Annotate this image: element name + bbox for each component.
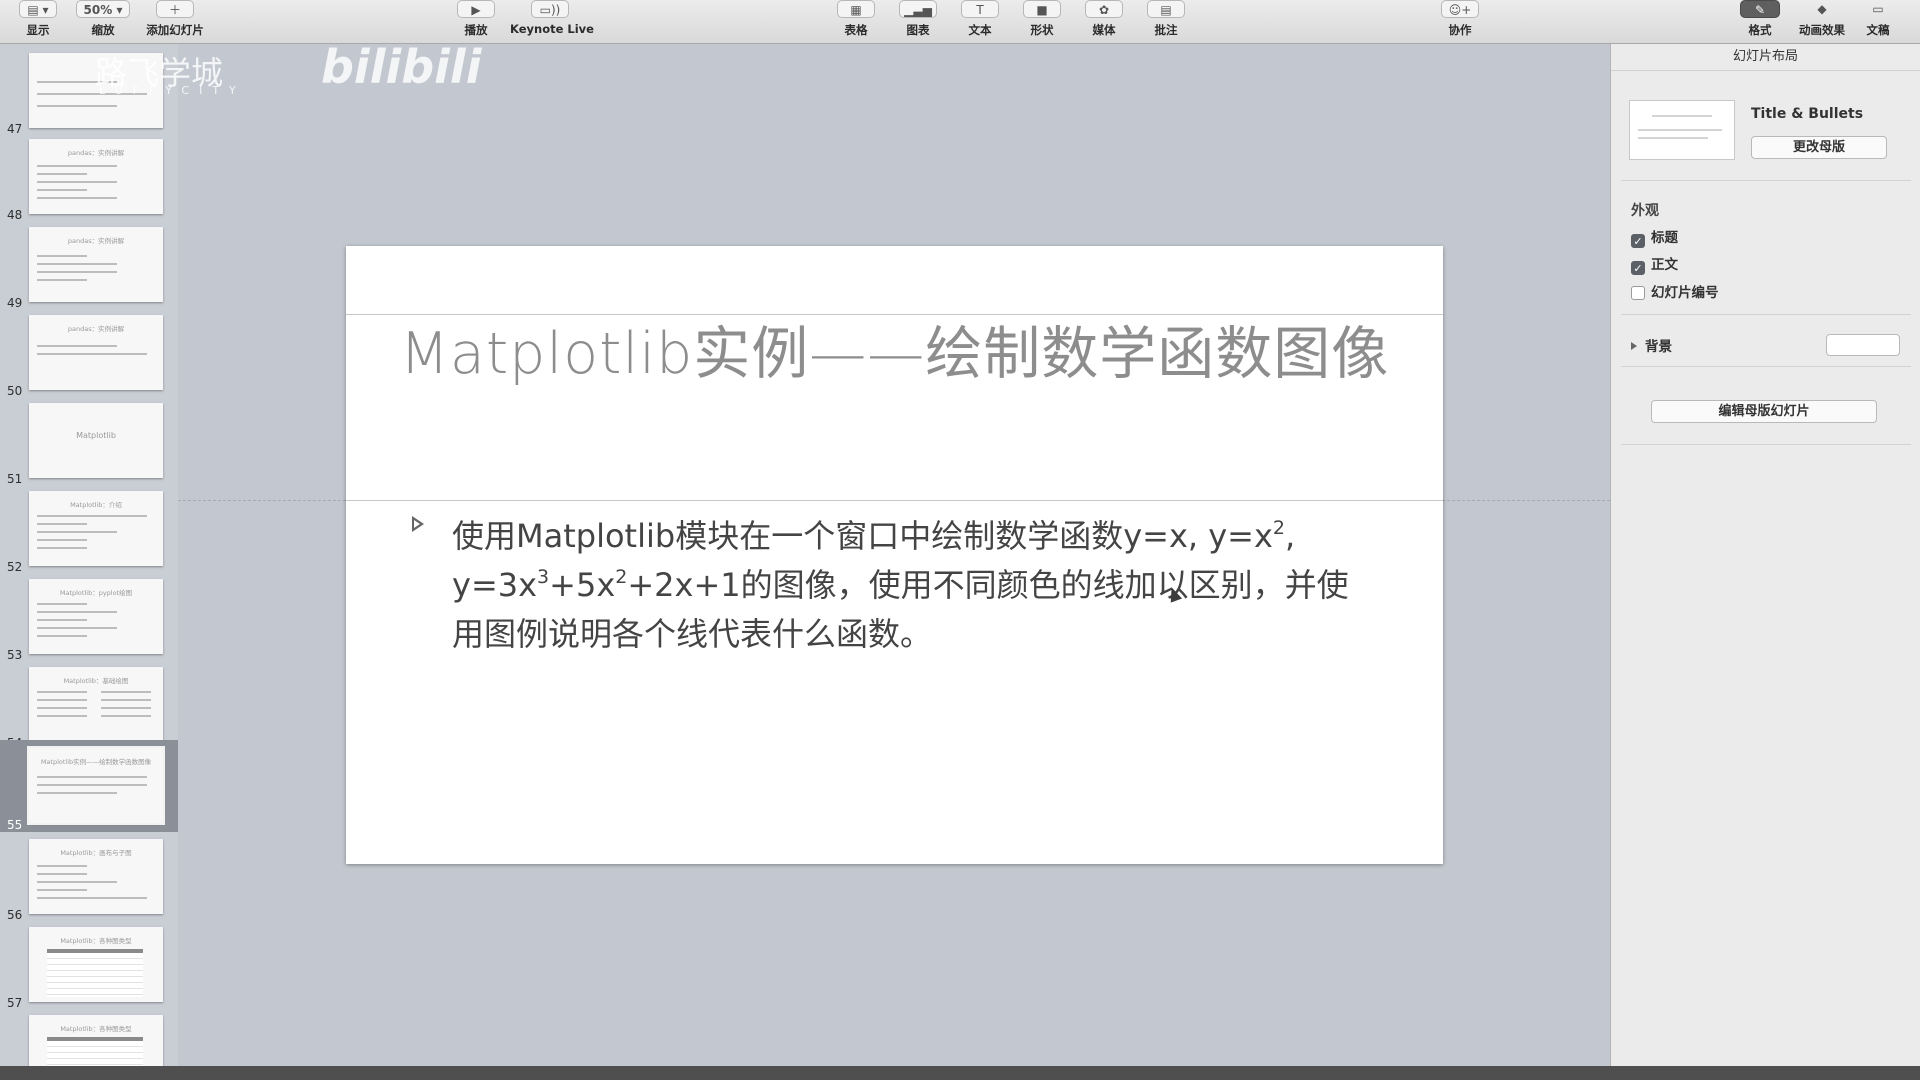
add-slide-icon: ＋	[156, 0, 194, 18]
slide-thumbnail: pandas：实例讲解	[29, 315, 163, 390]
shape-icon: ■	[1023, 0, 1061, 18]
keynote-live-icon: ▭))	[531, 0, 569, 18]
slide-thumb-52[interactable]: Matplotlib：介绍 52	[0, 488, 178, 574]
checkmark-icon[interactable]: ✓	[1631, 234, 1645, 248]
slide-canvas[interactable]: Matplotlib实例——绘制数学函数图像 使用Matplotlib模块在一个…	[178, 44, 1610, 1066]
format-inspector: 幻灯片布局 Title & Bullets 更改母版 外观 ✓ 标题 ✓ 正文 幻灯…	[1610, 44, 1920, 1066]
change-master-button[interactable]: 更改母版	[1751, 136, 1887, 159]
play-button[interactable]: ▶ 播放	[456, 0, 496, 44]
shape-button[interactable]: ■ 形状	[1022, 0, 1062, 44]
background-color-well[interactable]	[1826, 334, 1900, 356]
keynote-live-button[interactable]: ▭)) Keynote Live	[510, 0, 594, 44]
format-button[interactable]: ✎ 格式	[1740, 0, 1780, 44]
slide-thumb-48[interactable]: pandas：实例讲解 48	[0, 136, 178, 222]
master-thumbnail[interactable]	[1629, 100, 1735, 160]
collaborate-button[interactable]: ☺+ 协作	[1440, 0, 1480, 44]
chart-button[interactable]: ▁▃▅ 图表	[898, 0, 938, 44]
disclosure-triangle-icon	[1631, 342, 1637, 350]
slide-thumbnail: Matplotlib：pyplot绘图	[29, 579, 163, 654]
table-icon: ▦	[837, 0, 875, 18]
view-icon: ▤ ▾	[19, 0, 57, 18]
slide-thumb-58[interactable]: Matplotlib：各种图类型 58	[0, 1012, 178, 1066]
slide-title[interactable]: Matplotlib实例——绘制数学函数图像	[346, 308, 1443, 390]
slide-thumbnail: pandas：实例讲解	[29, 139, 163, 214]
master-name: Title & Bullets	[1751, 106, 1864, 122]
slide-thumb-50[interactable]: pandas：实例讲解 50	[0, 312, 178, 398]
bilibili-logo: bilibili	[321, 40, 482, 94]
slide-navigator[interactable]: 47 pandas：实例讲解 48 pandas：实例讲解 49 pandas：…	[0, 44, 178, 1066]
checkmark-icon[interactable]: ✓	[1631, 261, 1645, 275]
current-slide[interactable]: Matplotlib实例——绘制数学函数图像 使用Matplotlib模块在一个…	[346, 246, 1443, 864]
slide-thumb-55-selected[interactable]: Matplotlib实例——绘制数学函数图像 55	[0, 740, 178, 832]
bullet-triangle-icon	[412, 516, 424, 532]
inspector-title: 幻灯片布局	[1611, 44, 1920, 71]
slide-thumbnail: Matplotlib：各种图类型	[29, 1015, 163, 1066]
text-icon: T	[961, 0, 999, 18]
document-icon: ▭	[1872, 2, 1884, 16]
media-button[interactable]: ✿ 媒体	[1084, 0, 1124, 44]
slide-thumb-53[interactable]: Matplotlib：pyplot绘图 53	[0, 576, 178, 662]
play-icon: ▶	[457, 0, 495, 18]
slide-thumb-54[interactable]: Matplotlib：基础绘图 54	[0, 664, 178, 750]
slide-thumbnail: Matplotlib	[29, 403, 163, 478]
title-checkbox-row[interactable]: ✓ 标题	[1631, 226, 1678, 248]
animate-icon: ◆	[1817, 2, 1827, 16]
media-icon: ✿	[1085, 0, 1123, 18]
comment-icon: ▤	[1147, 0, 1185, 18]
view-button[interactable]: ▤ ▾ 显示	[18, 0, 58, 44]
slide-body-text[interactable]: 使用Matplotlib模块在一个窗口中绘制数学函数y=x, y=x2, y=3…	[412, 512, 1372, 659]
table-button[interactable]: ▦ 表格	[836, 0, 876, 44]
zoom-value: 50% ▾	[76, 0, 130, 18]
slide-thumb-51[interactable]: Matplotlib 51	[0, 400, 178, 486]
body-box-border	[346, 500, 1443, 501]
text-button[interactable]: T 文本	[960, 0, 1000, 44]
checkbox-empty[interactable]	[1631, 286, 1645, 300]
toolbar: ▤ ▾ 显示 50% ▾ 缩放 ＋ 添加幻灯片 ▶ 播放 ▭)) Keynote…	[0, 0, 1920, 44]
format-icon: ✎	[1740, 0, 1780, 18]
add-slide-button[interactable]: ＋ 添加幻灯片	[140, 0, 210, 44]
slide-thumb-56[interactable]: Matplotlib：画布与子图 56	[0, 836, 178, 922]
video-watermark: 路飞学城 LUFFYCITY bilibili	[95, 40, 482, 97]
slide-thumbnail: pandas：实例讲解	[29, 227, 163, 302]
animate-button[interactable]: ◆ 动画效果	[1794, 0, 1850, 44]
appearance-label: 外观	[1631, 203, 1659, 219]
slide-number-checkbox-row[interactable]: 幻灯片编号	[1631, 281, 1719, 301]
edit-master-slide-button[interactable]: 编辑母版幻灯片	[1651, 400, 1877, 423]
slide-thumbnail: Matplotlib：基础绘图	[29, 667, 163, 742]
slide-thumb-49[interactable]: pandas：实例讲解 49	[0, 224, 178, 310]
slide-thumbnail: Matplotlib：画布与子图	[29, 839, 163, 914]
collaborate-icon: ☺+	[1441, 0, 1479, 18]
slide-thumb-57[interactable]: Matplotlib：各种图类型 57	[0, 924, 178, 1010]
bottom-bar	[0, 1066, 1920, 1080]
slide-thumbnail: Matplotlib：介绍	[29, 491, 163, 566]
comment-button[interactable]: ▤ 批注	[1146, 0, 1186, 44]
slide-thumbnail: Matplotlib：各种图类型	[29, 927, 163, 1002]
body-checkbox-row[interactable]: ✓ 正文	[1631, 253, 1678, 275]
background-disclosure[interactable]: 背景	[1631, 335, 1672, 355]
document-button[interactable]: ▭ 文稿	[1858, 0, 1898, 44]
chart-icon: ▁▃▅	[899, 0, 937, 18]
slide-thumbnail: Matplotlib实例——绘制数学函数图像	[27, 746, 165, 825]
zoom-button[interactable]: 50% ▾ 缩放	[76, 0, 130, 44]
